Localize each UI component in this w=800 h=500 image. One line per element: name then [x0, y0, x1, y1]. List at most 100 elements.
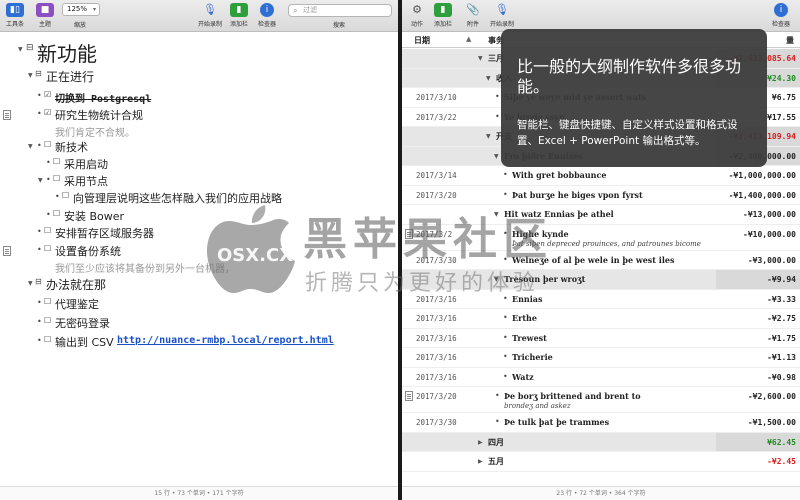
note-icon[interactable] [3, 110, 11, 120]
outline-row-csv[interactable]: • ☐ 输出到 CSV http://nuance-rmbp.local/rep… [0, 334, 398, 350]
sort-icon[interactable]: ▲ [466, 35, 471, 43]
expand-triangle-icon[interactable]: ▼ [494, 211, 499, 218]
outline-row-startup[interactable]: • ☐ 采用启动 [0, 156, 398, 172]
cell-event[interactable]: With gret bobbaunce [512, 170, 606, 180]
outline-row-nopass[interactable]: • ☐ 无密码登录 [0, 315, 398, 331]
cell-event[interactable]: 四月 [488, 437, 504, 448]
cell-amount[interactable]: -¥10,000.00 [704, 230, 796, 239]
cell-amount[interactable]: -¥3.33 [704, 295, 796, 304]
cell-event[interactable]: Þe borʒ brittened and brent to [504, 391, 641, 401]
cell-event[interactable]: Highe kynde [512, 229, 569, 239]
cell-amount[interactable]: -¥3,000.00 [704, 256, 796, 265]
note-icon[interactable] [3, 246, 11, 256]
outline-row-section2[interactable]: ▼ ⊟ 办法就在那 [0, 276, 398, 292]
checkbox[interactable]: ☐ [44, 226, 51, 235]
expand-triangle-icon[interactable]: ▼ [494, 276, 499, 283]
outline-row-region[interactable]: • ☐ 安排暂存区域服务器 [0, 225, 398, 241]
expand-triangle-icon[interactable]: ▼ [38, 177, 43, 184]
toolbar-button-add-column[interactable]: ▮ 添加栏 [434, 3, 452, 28]
cell-event[interactable]: Hit watz Ennias þe athel [504, 209, 614, 219]
outline-row-title[interactable]: ▼ ⊟ 新功能 [0, 38, 398, 67]
cell-date[interactable]: 2017/3/16 [416, 295, 457, 304]
cell-event[interactable]: Þat burʒe he biges vpon fyrst [512, 190, 643, 200]
table-row[interactable]: ▼ Hit watz Ennias þe athel -¥13,000.00 [402, 205, 800, 225]
cell-date[interactable]: 2017/3/22 [416, 113, 457, 122]
zoom-select[interactable]: 125% ▾ [62, 3, 100, 16]
report-link[interactable]: http://nuance-rmbp.local/report.html [117, 335, 334, 346]
cell-event[interactable]: Trewest [512, 333, 547, 343]
expand-triangle-icon[interactable]: ▶ [478, 458, 483, 465]
cell-event[interactable]: 五月 [488, 456, 504, 467]
toolbar-button-record[interactable]: 🎙 开始录制 [198, 3, 222, 28]
expand-triangle-icon[interactable]: ▼ [486, 133, 491, 140]
expand-triangle-icon[interactable]: ▼ [18, 46, 23, 53]
cell-date[interactable]: 2017/3/30 [416, 256, 457, 265]
collapse-box-icon[interactable]: ⊟ [26, 43, 34, 53]
toolbar-button-action[interactable]: ⚙ 动作 [408, 3, 426, 28]
table-row[interactable]: 2017/3/30 • Þe tulk þat þe trammes -¥1,500.… [402, 413, 800, 433]
expand-triangle-icon[interactable]: ▼ [28, 143, 33, 150]
checkbox[interactable]: ☐ [44, 244, 51, 253]
note-icon[interactable] [405, 391, 413, 401]
table-row[interactable]: ▶ 四月 ¥62.45 [402, 432, 800, 452]
checkbox[interactable]: ☐ [44, 316, 51, 325]
cell-event[interactable]: Þe tulk þat þe trammes [504, 417, 609, 427]
column-header-amount[interactable]: 量 [786, 35, 794, 46]
cell-amount[interactable]: -¥1.13 [704, 353, 796, 362]
cell-amount[interactable]: -¥13,000.00 [704, 210, 796, 219]
checkbox[interactable]: ☐ [44, 335, 51, 344]
cell-amount[interactable]: -¥2,600.00 [704, 392, 796, 401]
expand-triangle-icon[interactable]: ▼ [486, 75, 491, 82]
column-header-date[interactable]: 日期 [414, 35, 430, 46]
table-row[interactable]: 2017/3/16 • Erthe -¥2.75 [402, 309, 800, 329]
table-row[interactable]: 2017/3/20 • Þe borʒ brittened and brent to… [402, 387, 800, 413]
outline-row-nodes[interactable]: ▼ • ☐ 采用节点 [0, 173, 398, 189]
cell-amount[interactable]: -¥2.45 [704, 457, 796, 466]
cell-event[interactable]: Ennias [512, 294, 542, 304]
checkbox-checked[interactable]: ☑ [44, 108, 51, 117]
cell-date[interactable]: 2017/3/2 [416, 230, 452, 239]
table-row[interactable]: 2017/3/14 • With gret bobbaunce -¥1,000,000… [402, 166, 800, 186]
cell-event[interactable]: Tricherie [512, 352, 553, 362]
collapse-box-icon[interactable]: ⊟ [35, 277, 42, 286]
note-icon[interactable] [405, 228, 413, 239]
checkbox[interactable]: ☐ [44, 297, 51, 306]
checkbox[interactable]: ☐ [53, 174, 60, 183]
outline-title[interactable]: 新功能 [37, 38, 97, 67]
cell-event[interactable]: Welneʒe of al þe wele in þe west iles [512, 255, 674, 265]
expand-triangle-icon[interactable]: ▼ [494, 153, 499, 160]
cell-amount[interactable]: -¥1,400,000.00 [704, 191, 796, 200]
cell-date[interactable]: 2017/3/14 [416, 171, 457, 180]
cell-amount[interactable]: -¥2.75 [704, 314, 796, 323]
cell-amount[interactable]: -¥1,500.00 [704, 418, 796, 427]
checkbox[interactable]: ☐ [44, 140, 51, 149]
table-row[interactable]: ▶ 五月 -¥2.45 [402, 452, 800, 472]
table-row[interactable]: 2017/3/20 • Þat burʒe he biges vpon fyrst -… [402, 186, 800, 205]
cell-date[interactable]: 2017/3/20 [416, 392, 457, 401]
cell-date[interactable]: 2017/3/20 [416, 191, 457, 200]
toolbar-button-tools[interactable]: ▮▯ 工具条 [6, 3, 24, 28]
checkbox[interactable]: ☐ [53, 157, 60, 166]
cell-date[interactable]: 2017/3/16 [416, 373, 457, 382]
cell-date[interactable]: 2017/3/16 [416, 334, 457, 343]
cell-event[interactable]: Tresoun þer wroʒt [504, 274, 585, 284]
toolbar-button-add-column[interactable]: ▮ 添加栏 [230, 3, 248, 28]
cell-amount[interactable]: -¥0.98 [704, 373, 796, 382]
cell-amount[interactable]: -¥9.94 [704, 275, 796, 284]
outline-row-section1[interactable]: ▼ ⊟ 正在进行 [0, 68, 398, 84]
outline-row-proxy[interactable]: • ☐ 代理鉴定 [0, 296, 398, 312]
outline-row-postgres[interactable]: • ☑ 切换到 Postgresql [0, 89, 398, 105]
outline-row-biostats[interactable]: • ☑ 研究生物统计合规 我们肯定不合规。 [0, 107, 398, 141]
table-row[interactable]: 2017/3/2 • Highe kynde Þat siþen depreced p… [402, 225, 800, 251]
cell-date[interactable]: 2017/3/30 [416, 418, 457, 427]
table-row[interactable]: 2017/3/16 • Tricherie -¥1.13 [402, 348, 800, 368]
table-row[interactable]: 2017/3/16 • Ennias -¥3.33 [402, 290, 800, 309]
toolbar-button-inspector[interactable]: i 检查器 [258, 3, 276, 28]
outline-row-explain[interactable]: • ☐ 向管理层说明这些怎样融入我们的应用战略 [0, 190, 398, 206]
outline-row-bower[interactable]: • ☐ 安装 Bower [0, 208, 398, 224]
toolbar-button-attach[interactable]: 📎 附件 [464, 3, 482, 28]
expand-triangle-icon[interactable]: ▼ [478, 55, 483, 62]
checkbox[interactable]: ☐ [53, 209, 60, 218]
toolbar-button-theme[interactable]: ■ 主题 [36, 3, 54, 28]
outline-row-backup[interactable]: • ☐ 设置备份系统 我们至少应该将其备份到另外一台机器， [0, 243, 398, 277]
